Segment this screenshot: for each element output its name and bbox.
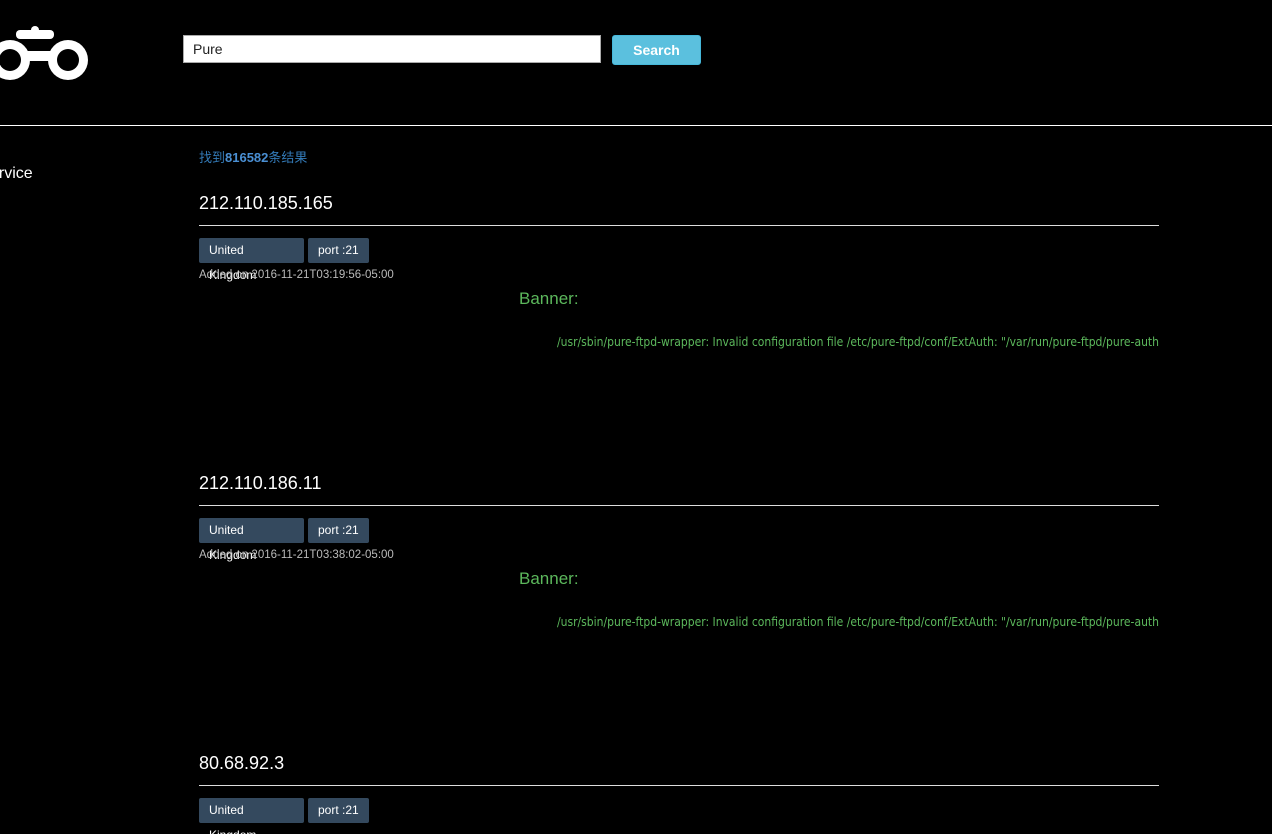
- result-divider: [199, 505, 1159, 506]
- result-count-prefix: 找到: [199, 150, 226, 165]
- port-tag[interactable]: port :21: [308, 798, 369, 823]
- search-input[interactable]: [183, 35, 601, 63]
- country-tag[interactable]: United Kingdom: [199, 518, 304, 562]
- added-date: Added on 2016-11-21T03:19:56-05:00: [199, 269, 394, 281]
- result-item: 212.110.186.11 United Kingdom port :21 A…: [199, 473, 1159, 753]
- banner-text: /usr/sbin/pure-ftpd-wrapper: Invalid con…: [557, 335, 1159, 349]
- header-divider: [0, 125, 1272, 126]
- result-ip-link[interactable]: 80.68.92.3: [199, 753, 284, 774]
- result-divider: [199, 225, 1159, 226]
- binoculars-icon[interactable]: [0, 24, 90, 86]
- result-ip-link[interactable]: 212.110.186.11: [199, 473, 321, 494]
- result-count-number: 816582: [225, 150, 269, 165]
- banner-label: Banner:: [519, 569, 579, 588]
- result-divider: [199, 785, 1159, 786]
- result-item: 212.110.185.165 United Kingdom port :21 …: [199, 193, 1159, 473]
- sidebar-link-service[interactable]: ervice: [0, 165, 33, 183]
- result-item: 80.68.92.3 United Kingdom port :21: [199, 753, 1159, 834]
- added-date: Added on 2016-11-21T03:38:02-05:00: [199, 549, 394, 561]
- country-tag[interactable]: United Kingdom: [199, 798, 304, 834]
- result-count-suffix: 条结果: [268, 150, 308, 165]
- banner-text: /usr/sbin/pure-ftpd-wrapper: Invalid con…: [557, 615, 1159, 629]
- port-tag[interactable]: port :21: [308, 518, 369, 543]
- result-ip-link[interactable]: 212.110.185.165: [199, 193, 333, 214]
- search-button[interactable]: Search: [612, 35, 701, 65]
- port-tag[interactable]: port :21: [308, 238, 369, 263]
- country-tag[interactable]: United Kingdom: [199, 238, 304, 282]
- result-count: 找到816582条结果: [199, 147, 307, 166]
- banner-label: Banner:: [519, 289, 579, 308]
